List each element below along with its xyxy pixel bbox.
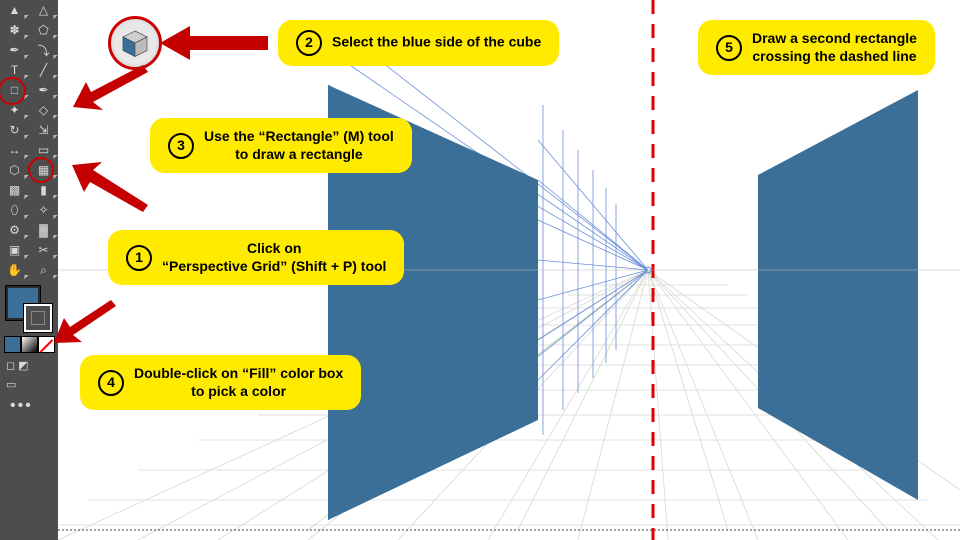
- callout-1-num: 1: [126, 245, 152, 271]
- pen-tool[interactable]: ✒: [0, 40, 29, 60]
- width-tool[interactable]: ↔: [0, 140, 29, 160]
- stroke-color-box[interactable]: [24, 304, 52, 332]
- color-mode-gradient[interactable]: [21, 336, 38, 353]
- callout-2: 2 Select the blue side of the cube: [278, 20, 559, 66]
- eraser-tool[interactable]: ◇: [29, 100, 58, 120]
- color-mode-none[interactable]: [38, 336, 55, 353]
- shaper-tool[interactable]: ✦: [0, 100, 29, 120]
- rotate-tool[interactable]: ↻: [0, 120, 29, 140]
- zoom-tool[interactable]: ⌕: [29, 260, 58, 280]
- callout-2-text: Select the blue side of the cube: [332, 34, 541, 50]
- callout-3-text: Use the “Rectangle” (M) toolto draw a re…: [204, 128, 394, 163]
- callout-4-text: Double-click on “Fill” color boxto pick …: [134, 365, 343, 400]
- rectangle-tool[interactable]: □: [0, 80, 29, 100]
- toolbox: ▲△✽⬠✒⤵T╱□✒✦◇↻⇲↔▭⬡▦▩▮⬯✧⚙▓▣✂✋⌕ ◻ ◩ ▭ •••: [0, 0, 58, 540]
- eyedropper-tool[interactable]: ⬯: [0, 200, 29, 220]
- column-graph-tool[interactable]: ▓: [29, 220, 58, 240]
- hand-tool[interactable]: ✋: [0, 260, 29, 280]
- artboard-tool[interactable]: ▣: [0, 240, 29, 260]
- plane-selector-widget[interactable]: [108, 16, 162, 70]
- fill-stroke-swatch: [6, 286, 52, 332]
- gradient-tool[interactable]: ▮: [29, 180, 58, 200]
- callout-5-num: 5: [716, 35, 742, 61]
- selection-tool[interactable]: ▲: [0, 0, 29, 20]
- callout-5: 5 Draw a second rectanglecrossing the das…: [698, 20, 935, 75]
- callout-5-text: Draw a second rectanglecrossing the dash…: [752, 30, 917, 65]
- line-segment-tool[interactable]: ╱: [29, 60, 58, 80]
- paintbrush-tool[interactable]: ✒: [29, 80, 58, 100]
- callout-3: 3 Use the “Rectangle” (M) toolto draw a r…: [150, 118, 412, 173]
- draw-mode-icons[interactable]: ◻ ◩: [6, 359, 58, 372]
- scale-tool[interactable]: ⇲: [29, 120, 58, 140]
- type-tool[interactable]: T: [0, 60, 29, 80]
- callout-2-num: 2: [296, 30, 322, 56]
- callout-1: 1 Click on“Perspective Grid” (Shift + P) …: [108, 230, 404, 285]
- callout-3-num: 3: [168, 133, 194, 159]
- lasso-tool[interactable]: ⬠: [29, 20, 58, 40]
- color-mode-row: [4, 336, 58, 353]
- perspective-grid-tool[interactable]: ▦: [29, 160, 58, 180]
- magic-wand-tool[interactable]: ✽: [0, 20, 29, 40]
- cube-icon: [120, 28, 150, 58]
- callout-4: 4 Double-click on “Fill” color boxto pick…: [80, 355, 361, 410]
- symbol-sprayer-tool[interactable]: ⚙: [0, 220, 29, 240]
- callout-4-num: 4: [98, 370, 124, 396]
- free-transform-tool[interactable]: ▭: [29, 140, 58, 160]
- color-mode-solid[interactable]: [4, 336, 21, 353]
- edit-toolbar-icon[interactable]: •••: [10, 397, 58, 415]
- mesh-tool[interactable]: ▩: [0, 180, 29, 200]
- shape-builder-tool[interactable]: ⬡: [0, 160, 29, 180]
- slice-tool[interactable]: ✂: [29, 240, 58, 260]
- direct-selection-tool[interactable]: △: [29, 0, 58, 20]
- right-wall-shape: [758, 90, 918, 500]
- blend-tool[interactable]: ✧: [29, 200, 58, 220]
- screen-mode-icon[interactable]: ▭: [6, 378, 58, 391]
- curvature-tool[interactable]: ⤵: [29, 40, 58, 60]
- callout-1-text: Click on“Perspective Grid” (Shift + P) t…: [162, 240, 386, 275]
